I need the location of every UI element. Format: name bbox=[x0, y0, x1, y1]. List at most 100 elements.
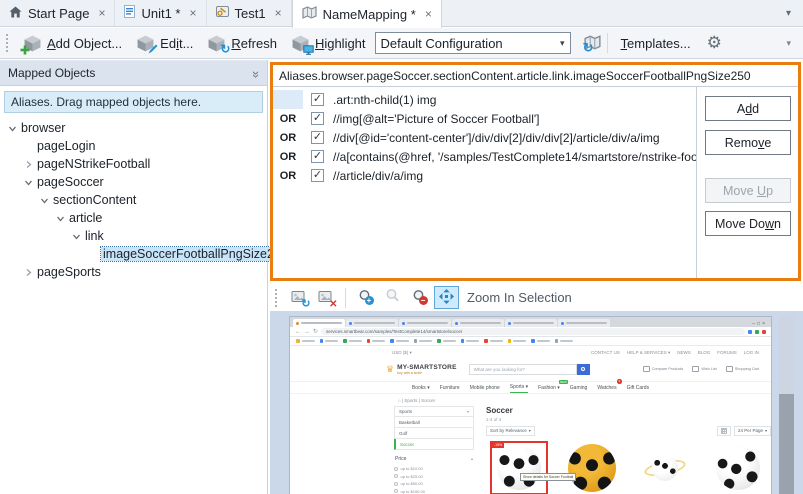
selector-row[interactable]: OR ✓ //div[@id='content-center']/div/div[2… bbox=[273, 128, 696, 147]
refresh-image-button[interactable]: ↻ bbox=[286, 286, 311, 309]
chevron-down-icon[interactable] bbox=[22, 178, 35, 187]
double-chevron-icon[interactable]: » bbox=[249, 70, 264, 75]
nav-item: Fashion ▾NEW bbox=[538, 383, 560, 393]
selector-row[interactable]: OR✓//article/div/a/img bbox=[273, 166, 696, 185]
browser-tab-thumbnail bbox=[399, 319, 451, 327]
image-toolbar-grip[interactable] bbox=[275, 289, 279, 307]
refresh-image-icon: ↻ bbox=[290, 290, 308, 306]
checkbox-checked-icon[interactable]: ✓ bbox=[311, 150, 324, 163]
chevron-right-icon[interactable] bbox=[22, 160, 35, 169]
smartstore-page: USD ($) ▾ CONTACT USHELP & SERVICES ▾NEW… bbox=[290, 348, 771, 494]
tree-node-label: pageSports bbox=[37, 265, 101, 279]
or-label: OR bbox=[273, 147, 303, 166]
checkbox-checked-icon[interactable]: ✓ bbox=[311, 112, 324, 125]
bookmark-item bbox=[508, 339, 527, 343]
bookmark-item bbox=[367, 339, 386, 343]
zoom-100-button[interactable] bbox=[380, 286, 405, 309]
chevron-right-icon[interactable] bbox=[22, 268, 35, 277]
tab-test1[interactable]: Test1× bbox=[207, 0, 292, 26]
image-toolbar-separator bbox=[345, 288, 346, 308]
tree-node-article[interactable]: article bbox=[0, 209, 267, 227]
toolbar-grip[interactable] bbox=[6, 34, 10, 52]
store-nav: Books ▾FurnitureMobile phoneSports ▾Fash… bbox=[290, 381, 771, 394]
checkbox-checked-icon[interactable]: ✓ bbox=[311, 93, 324, 106]
tab-namemapping[interactable]: NameMapping *× bbox=[292, 0, 442, 28]
toolbar-overflow-icon[interactable]: ▾ bbox=[786, 38, 800, 49]
price-filter-option: up to $10.00 bbox=[394, 465, 474, 473]
preview-scrollbar-thumb[interactable] bbox=[779, 394, 794, 494]
tree-node-pagesports[interactable]: pageSports bbox=[0, 263, 267, 281]
close-icon[interactable]: × bbox=[189, 6, 196, 20]
or-label: OR bbox=[273, 128, 303, 147]
bookmark-item bbox=[343, 339, 362, 343]
utility-link: BLOG bbox=[698, 350, 711, 356]
chevron-down-icon[interactable] bbox=[6, 124, 19, 133]
tab-start-page[interactable]: Start Page × bbox=[0, 0, 115, 26]
edit-button[interactable]: Edit... bbox=[129, 32, 200, 55]
checkbox-checked-icon[interactable]: ✓ bbox=[311, 131, 324, 144]
tree-node-pagelogin[interactable]: pageLogin bbox=[0, 137, 267, 155]
extension-icon bbox=[748, 330, 752, 334]
checkbox-checked-icon[interactable]: ✓ bbox=[311, 169, 324, 182]
close-icon[interactable]: × bbox=[425, 7, 432, 21]
favicon bbox=[508, 322, 511, 325]
zoom-in-selection-button[interactable] bbox=[434, 286, 459, 309]
delete-image-button[interactable]: ✕ bbox=[313, 286, 338, 309]
captured-page-screenshot[interactable]: –□× ← → ↻ services.smartbear.com/samples… bbox=[289, 316, 772, 494]
selector-text: //div[@id='content-center']/div/div[2]/d… bbox=[333, 131, 660, 145]
highlight-button[interactable]: Highlight bbox=[284, 32, 373, 55]
add-object-button[interactable]: Add Object... bbox=[16, 32, 129, 55]
selector-row[interactable]: ✓.art:nth-child(1) img bbox=[273, 90, 696, 109]
preview-scrollbar[interactable] bbox=[779, 316, 794, 494]
move-down-button[interactable]: Move Down bbox=[705, 211, 791, 236]
close-icon[interactable]: × bbox=[275, 6, 282, 20]
zoom-out-button[interactable]: − bbox=[407, 286, 432, 309]
mapped-objects-tree: browserpageLoginpageNStrikeFootballpageS… bbox=[0, 119, 267, 281]
browser-tab-thumbnail bbox=[558, 319, 610, 327]
image-preview-area[interactable]: –□× ← → ↻ services.smartbear.com/samples… bbox=[270, 311, 803, 494]
utility-link: HELP & SERVICES ▾ bbox=[627, 350, 670, 356]
tree-node-label: link bbox=[85, 229, 104, 243]
remove-selector-button[interactable]: Remove bbox=[705, 130, 791, 155]
add-selector-button[interactable]: Add bbox=[705, 96, 791, 121]
close-icon[interactable]: × bbox=[98, 6, 105, 20]
tree-node-imagesoccerfootballpngsize250[interactable]: imageSoccerFootballPngSize250 bbox=[0, 245, 267, 263]
templates-button[interactable]: Templates... bbox=[614, 33, 698, 54]
selector-row[interactable]: OR✓//img[@alt='Picture of Soccer Footbal… bbox=[273, 109, 696, 128]
favicon bbox=[349, 322, 352, 325]
selector-row[interactable]: OR ✓ //a[contains(@href, '/samples/TestCom… bbox=[273, 147, 696, 166]
tree-node-link[interactable]: link bbox=[0, 227, 267, 245]
home-icon bbox=[9, 6, 22, 21]
tab-list-dropdown-icon[interactable]: ▾ bbox=[774, 8, 803, 19]
count-badge: 3 bbox=[617, 379, 622, 384]
move-up-button[interactable]: Move Up bbox=[705, 178, 791, 203]
tree-node-pagenstrikefootball[interactable]: pageNStrikeFootball bbox=[0, 155, 267, 173]
tree-node-label: browser bbox=[21, 121, 65, 135]
or-label: OR bbox=[273, 166, 303, 185]
chevron-down-icon[interactable] bbox=[54, 214, 67, 223]
aliases-drop-hint[interactable]: Aliases. Drag mapped objects here. bbox=[4, 91, 263, 113]
zoom-in-button[interactable]: + bbox=[353, 286, 378, 309]
object-image-panel: ↻ ✕ + bbox=[270, 284, 803, 494]
forward-icon: → bbox=[304, 329, 310, 335]
gear-icon[interactable]: ⚙ bbox=[707, 33, 722, 53]
chevron-down-icon[interactable] bbox=[70, 232, 83, 241]
chevron-down-icon[interactable] bbox=[38, 196, 51, 205]
namemapping-icon bbox=[302, 6, 317, 22]
keyword-test-icon bbox=[216, 5, 229, 21]
tab-label: Start Page bbox=[28, 6, 89, 21]
tree-node-sectioncontent[interactable]: sectionContent bbox=[0, 191, 267, 209]
configuration-select[interactable]: Default Configuration ▾ bbox=[375, 32, 571, 54]
tree-node-browser[interactable]: browser bbox=[0, 119, 267, 137]
tree-node-pagesoccer[interactable]: pageSoccer bbox=[0, 173, 267, 191]
tab-unit1[interactable]: Unit1 *× bbox=[115, 0, 206, 26]
reload-icon: ↻ bbox=[313, 329, 318, 335]
refresh-configurations-button[interactable]: ↻ bbox=[577, 34, 599, 52]
delete-image-icon: ✕ bbox=[317, 290, 335, 306]
map-refresh-icon: ↻ bbox=[584, 34, 592, 52]
selector-text: //a[contains(@href, '/samples/TestComple… bbox=[333, 150, 696, 164]
bookmark-item bbox=[555, 339, 574, 343]
price-filter-option: up to $100.00 bbox=[394, 488, 474, 494]
refresh-button[interactable]: ↻ Refresh bbox=[200, 32, 284, 55]
favicon bbox=[561, 322, 564, 325]
